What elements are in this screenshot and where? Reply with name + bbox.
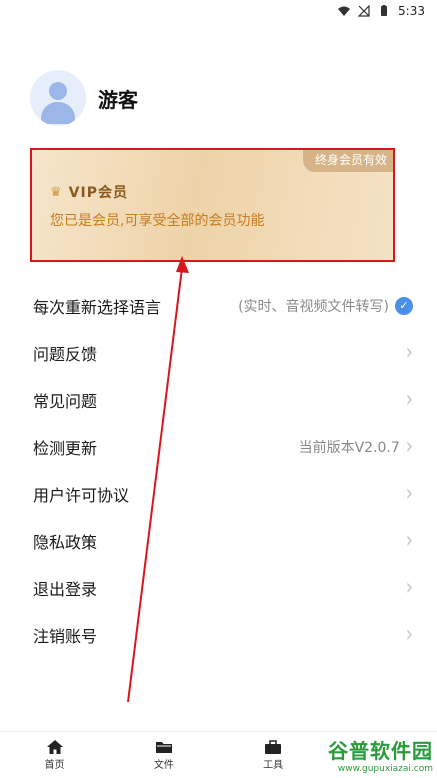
menu-item-label: 隐私政策 [33,532,98,552]
chevron-right-icon: › [405,620,413,649]
menu-item-feedback[interactable]: 问题反馈 › [0,329,437,376]
vip-description: 您已是会员,可享受全部的会员功能 [50,213,265,229]
status-bar: 5:33 [0,0,437,22]
username: 游客 [98,87,138,112]
chevron-right-icon: › [405,338,413,367]
battery-icon [381,5,388,16]
briefcase-icon [265,739,282,754]
chevron-right-icon: › [405,385,413,414]
signal-off-icon [358,5,370,17]
menu-item-value: 当前版本V2.0.7 [298,439,400,456]
chevron-right-icon: › [405,479,413,508]
menu-item-label: 问题反馈 [33,344,98,364]
site-watermark: 谷普软件园 www.gupuxiazai.com [305,732,433,776]
menu-item-check-update[interactable]: 检测更新 当前版本V2.0.7 › [0,423,437,470]
settings-menu: 每次重新选择语言 (实时、音视频文件转写) ✓ 问题反馈 › 常见问题 › 检测… [0,282,437,658]
crown-icon: ♛ [50,184,63,200]
menu-item-license[interactable]: 用户许可协议 › [0,470,437,517]
home-icon [46,739,63,754]
chevron-right-icon: › [405,573,413,602]
vip-badge: 终身会员有效 [302,148,395,172]
menu-item-label: 用户许可协议 [33,485,130,505]
folder-icon [155,741,172,753]
menu-item-delete-account[interactable]: 注销账号 › [0,611,437,658]
chevron-right-icon: › [405,526,413,555]
tab-home[interactable]: 首页 [0,732,109,778]
tab-label: 工具 [263,759,284,771]
menu-item-label: 每次重新选择语言 [33,297,162,317]
menu-item-label: 注销账号 [33,626,98,646]
vip-title-text: VIP会员 [68,185,128,201]
status-time: 5:33 [398,4,425,18]
menu-item-language[interactable]: 每次重新选择语言 (实时、音视频文件转写) ✓ [0,282,437,329]
menu-item-privacy[interactable]: 隐私政策 › [0,517,437,564]
chevron-right-icon: › [405,432,413,461]
menu-item-label: 检测更新 [33,438,98,458]
wifi-icon [338,6,351,16]
vip-title: ♛ VIP会员 [50,182,128,202]
menu-item-value: (实时、音视频文件转写) [238,298,389,315]
menu-item-label: 常见问题 [33,391,98,411]
menu-item-faq[interactable]: 常见问题 › [0,376,437,423]
watermark-main: 谷普软件园 [328,738,433,763]
tab-label: 文件 [153,759,174,771]
vip-card[interactable]: 终身会员有效 ♛ VIP会员 您已是会员,可享受全部的会员功能 [30,148,395,262]
menu-item-label: 退出登录 [33,579,98,599]
tab-label: 首页 [44,759,65,771]
watermark-sub: www.gupuxiazai.com [337,763,433,774]
menu-item-logout[interactable]: 退出登录 › [0,564,437,611]
profile-header[interactable]: 游客 [30,70,138,126]
check-icon[interactable]: ✓ [395,296,413,315]
tab-files[interactable]: 文件 [109,732,218,778]
user-avatar-icon[interactable] [30,70,86,126]
